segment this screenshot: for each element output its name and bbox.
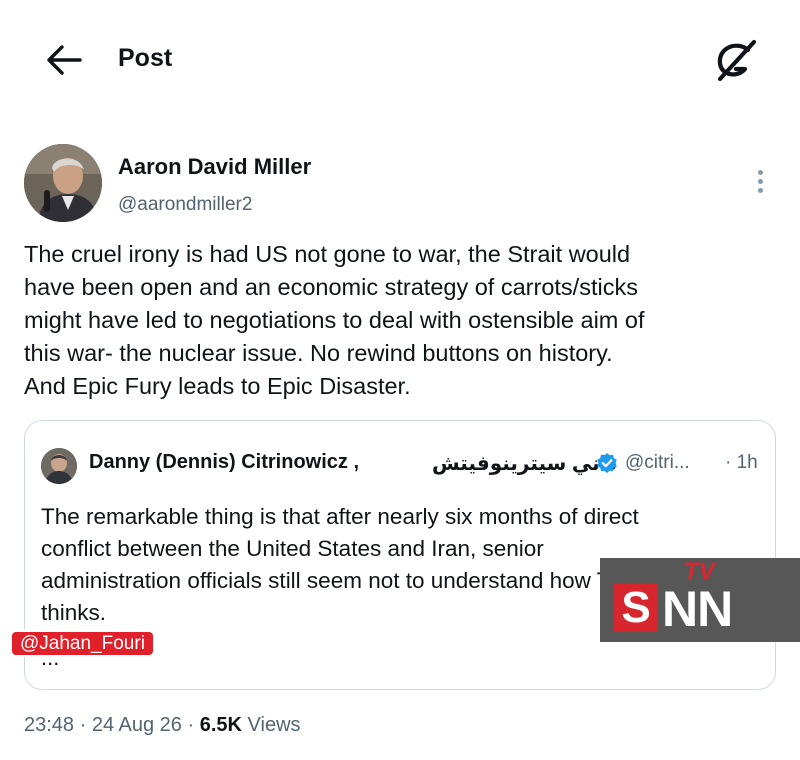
quoted-timestamp: · 1h — [725, 452, 758, 473]
post-author: Aaron David Miller @aarondmiller2 — [24, 144, 784, 224]
post-text: The cruel irony is had US not gone to wa… — [24, 241, 645, 399]
verified-badge-icon — [597, 453, 617, 473]
post-meta: 23:48 · 24 Aug 26 · 6.5K Views — [24, 714, 301, 737]
snn-logo-s: S — [614, 584, 658, 632]
quoted-avatar — [41, 448, 77, 484]
snn-tv-logo-watermark: TV S NN — [600, 558, 800, 642]
quoted-author-handle: @citri... — [625, 452, 690, 473]
quoted-author-name-arabic: داني سيترينوفيتش — [432, 453, 617, 475]
views-count: 6.5K — [199, 714, 242, 736]
author-name[interactable]: Aaron David Miller — [118, 154, 311, 180]
watermark-handle-label: @Jahan_Fouri — [10, 630, 155, 657]
post-time[interactable]: 23:48 — [24, 714, 74, 736]
meta-separator: · — [181, 714, 200, 736]
top-bar: Post — [0, 0, 800, 120]
avatar[interactable] — [24, 144, 102, 222]
page-title: Post — [118, 44, 173, 72]
author-handle[interactable]: @aarondmiller2 — [118, 194, 252, 216]
meta-separator: · — [74, 714, 92, 736]
snn-logo-nn: NN — [662, 581, 733, 637]
more-options-icon[interactable] — [753, 170, 767, 198]
views-label: Views — [241, 714, 301, 736]
post-date[interactable]: 24 Aug 26 — [92, 714, 182, 736]
grok-icon[interactable] — [710, 36, 762, 84]
quoted-author-name: Danny (Dennis) Citrinowicz , — [89, 451, 360, 473]
arrow-left-icon[interactable] — [44, 42, 84, 78]
